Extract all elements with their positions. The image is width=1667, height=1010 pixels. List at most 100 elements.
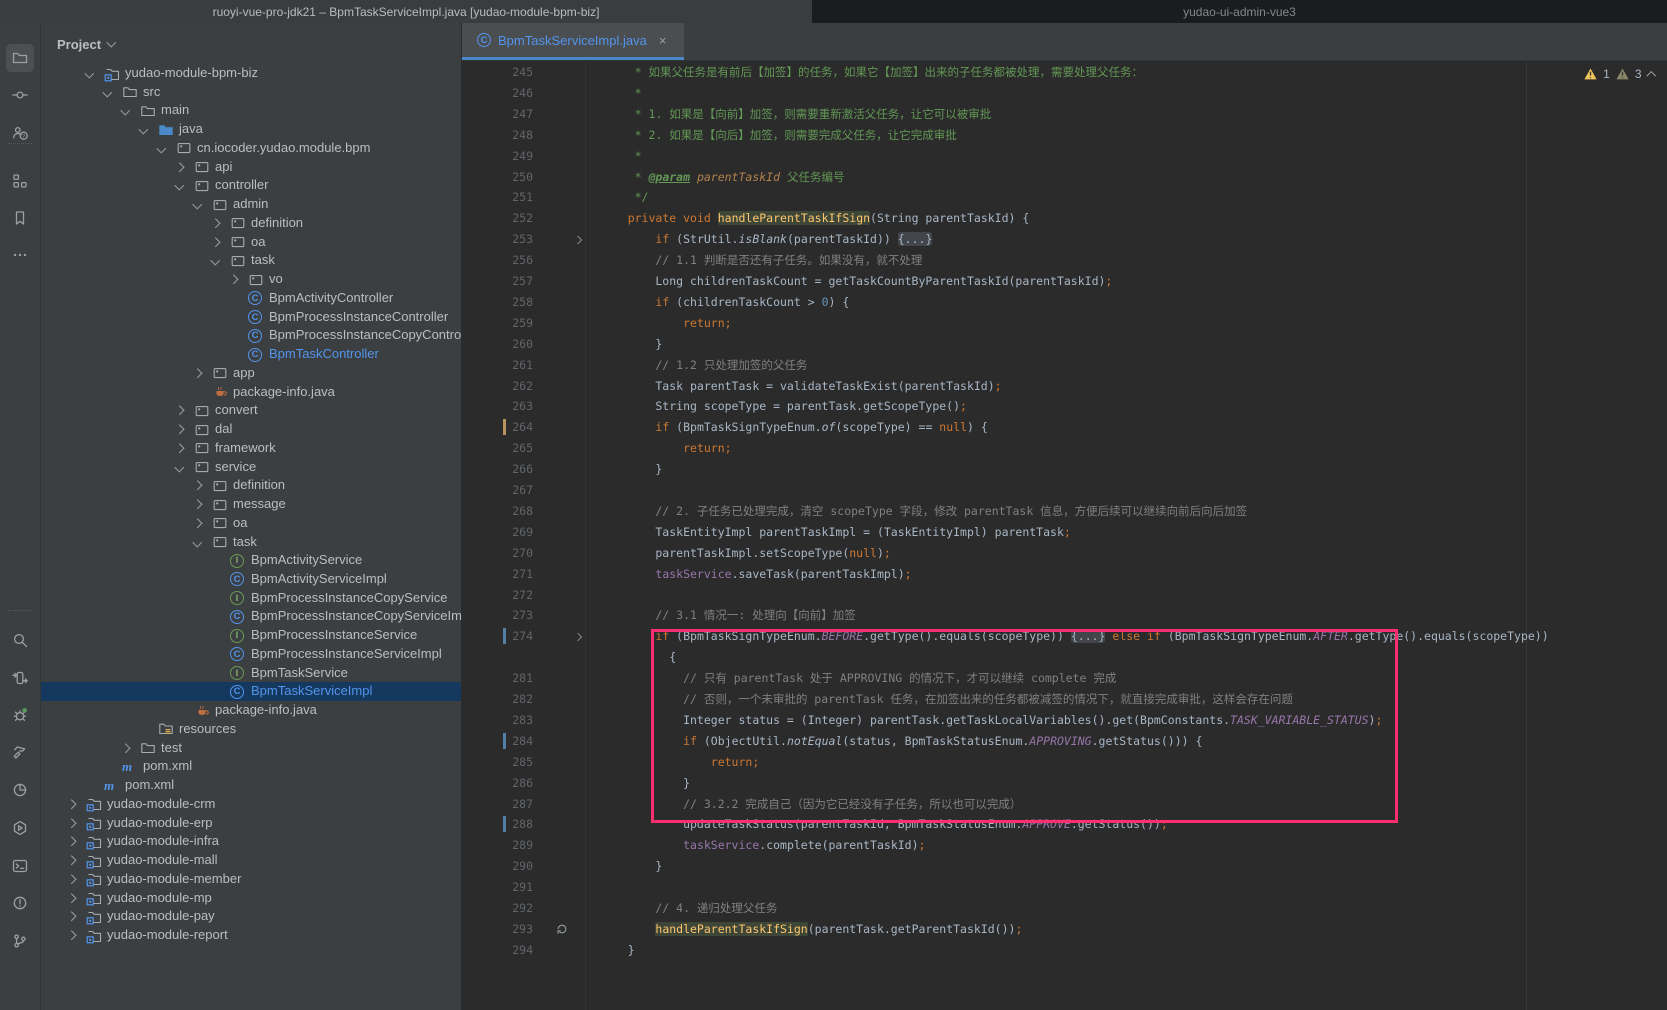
chevron-right-icon[interactable] xyxy=(67,818,76,827)
tree-item-yudao-module-erp[interactable]: yudao-module-erp xyxy=(41,814,461,833)
chevron-right-icon[interactable] xyxy=(175,406,184,415)
tree-item-app[interactable]: app xyxy=(41,364,461,383)
chevron-right-icon[interactable] xyxy=(67,856,76,865)
project-tool-window-header[interactable]: Project xyxy=(57,33,115,55)
tree-item-pom-xml[interactable]: mpom.xml xyxy=(41,757,461,776)
services-icon[interactable] xyxy=(6,814,34,842)
tree-item-bpmtaskserviceimpl[interactable]: CBpmTaskServiceImpl xyxy=(41,682,461,701)
chevron-down-icon[interactable] xyxy=(121,106,130,115)
chevron-right-icon[interactable] xyxy=(67,893,76,902)
chevron-down-icon[interactable] xyxy=(175,462,184,471)
chevron-right-icon[interactable] xyxy=(67,800,76,809)
tree-item-yudao-module-infra[interactable]: yudao-module-infra xyxy=(41,832,461,851)
tree-item-admin[interactable]: admin xyxy=(41,195,461,214)
tree-item-convert[interactable]: convert xyxy=(41,401,461,420)
chevron-right-icon[interactable] xyxy=(175,425,184,434)
tree-item-bpmprocessinstanceserviceimpl[interactable]: CBpmProcessInstanceServiceImpl xyxy=(41,645,461,664)
chevron-right-icon[interactable] xyxy=(175,162,184,171)
tree-item-package-info-java[interactable]: package-info.java xyxy=(41,383,461,402)
tree-item-yudao-module-member[interactable]: yudao-module-member xyxy=(41,870,461,889)
tree-item-task[interactable]: task xyxy=(41,533,461,552)
tree-item-dal[interactable]: dal xyxy=(41,420,461,439)
tree-item-controller[interactable]: controller xyxy=(41,176,461,195)
search-icon[interactable] xyxy=(6,626,34,654)
background-window-title-bar[interactable]: yudao-ui-admin-vue3 xyxy=(812,0,1667,23)
tree-item-bpmtaskcontroller[interactable]: CBpmTaskController xyxy=(41,345,461,364)
chevron-right-icon[interactable] xyxy=(67,837,76,846)
tree-item-framework[interactable]: framework xyxy=(41,439,461,458)
build-icon[interactable] xyxy=(6,739,34,767)
chevron-right-icon[interactable] xyxy=(211,219,220,228)
tree-item-definition[interactable]: definition xyxy=(41,476,461,495)
debug-icon[interactable] xyxy=(6,701,34,729)
tree-item-yudao-module-mall[interactable]: yudao-module-mall xyxy=(41,851,461,870)
chevron-down-icon[interactable] xyxy=(211,256,220,265)
tree-item-bpmprocessinstanceservice[interactable]: IBpmProcessInstanceService xyxy=(41,626,461,645)
close-icon[interactable]: × xyxy=(659,33,667,48)
chevron-right-icon[interactable] xyxy=(193,518,202,527)
terminal-icon[interactable] xyxy=(6,852,34,880)
tree-item-api[interactable]: api xyxy=(41,158,461,177)
tree-item-task[interactable]: task xyxy=(41,251,461,270)
box-arrows-icon[interactable] xyxy=(6,664,34,692)
tree-item-bpmprocessinstancecopyserviceimpl[interactable]: CBpmProcessInstanceCopyServiceImpl xyxy=(41,607,461,626)
tree-item-message[interactable]: message xyxy=(41,495,461,514)
tree-item-resources[interactable]: resources xyxy=(41,720,461,739)
code-line-267: 267 xyxy=(462,480,1667,501)
tree-item-bpmprocessinstancecontroller[interactable]: CBpmProcessInstanceController xyxy=(41,308,461,327)
chevron-down-icon[interactable] xyxy=(157,144,166,153)
chevron-down-icon[interactable] xyxy=(85,69,94,78)
tree-item-test[interactable]: test xyxy=(41,739,461,758)
problems-icon[interactable] xyxy=(6,889,34,917)
tree-item-yudao-module-mp[interactable]: yudao-module-mp xyxy=(41,889,461,908)
tree-item-bpmactivitycontroller[interactable]: CBpmActivityController xyxy=(41,289,461,308)
tree-item-service[interactable]: service xyxy=(41,458,461,477)
chevron-right-icon[interactable] xyxy=(121,743,130,752)
chevron-right-icon[interactable] xyxy=(67,874,76,883)
tree-item-package-info-java[interactable]: package-info.java xyxy=(41,701,461,720)
chevron-right-icon[interactable] xyxy=(193,481,202,490)
tree-item-cn-iocoder-yudao-module-bpm[interactable]: cn.iocoder.yudao.module.bpm xyxy=(41,139,461,158)
git-branch-icon[interactable] xyxy=(6,927,34,955)
fold-arrow-icon[interactable] xyxy=(574,235,582,243)
chevron-down-icon[interactable] xyxy=(193,537,202,546)
tree-item-yudao-module-bpm-biz[interactable]: yudao-module-bpm-biz xyxy=(41,64,461,83)
chevron-right-icon[interactable] xyxy=(229,275,238,284)
tree-item-yudao-module-crm[interactable]: yudao-module-crm xyxy=(41,795,461,814)
profiler-icon[interactable] xyxy=(6,776,34,804)
commit-icon[interactable] xyxy=(6,81,34,109)
tree-item-oa[interactable]: oa xyxy=(41,514,461,533)
chevron-down-icon[interactable] xyxy=(193,200,202,209)
tree-item-definition[interactable]: definition xyxy=(41,214,461,233)
chevron-down-icon[interactable] xyxy=(175,181,184,190)
editor-tab[interactable]: C BpmTaskServiceImpl.java × xyxy=(462,23,684,60)
chevron-right-icon[interactable] xyxy=(193,500,202,509)
tree-item-yudao-module-pay[interactable]: yudao-module-pay xyxy=(41,907,461,926)
tree-item-oa[interactable]: oa xyxy=(41,233,461,252)
tree-item-bpmactivityservice[interactable]: IBpmActivityService xyxy=(41,551,461,570)
fold-arrow-icon[interactable] xyxy=(574,633,582,641)
chevron-down-icon[interactable] xyxy=(103,87,112,96)
tree-item-bpmactivityserviceimpl[interactable]: CBpmActivityServiceImpl xyxy=(41,570,461,589)
chevron-down-icon[interactable] xyxy=(139,125,148,134)
tree-item-pom-xml[interactable]: mpom.xml xyxy=(41,776,461,795)
tree-item-bpmprocessinstancecopycontroller[interactable]: CBpmProcessInstanceCopyController xyxy=(41,326,461,345)
chevron-right-icon[interactable] xyxy=(211,237,220,246)
project-folder-icon[interactable] xyxy=(6,44,34,72)
chevron-right-icon[interactable] xyxy=(193,368,202,377)
chevron-right-icon[interactable] xyxy=(175,443,184,452)
structure-icon[interactable] xyxy=(6,167,34,195)
chevron-right-icon[interactable] xyxy=(67,931,76,940)
more-icon[interactable] xyxy=(6,241,34,269)
tree-item-bpmprocessinstancecopyservice[interactable]: IBpmProcessInstanceCopyService xyxy=(41,589,461,608)
chevron-right-icon[interactable] xyxy=(67,912,76,921)
tree-item-label: oa xyxy=(251,234,265,249)
recursive-call-icon[interactable] xyxy=(556,923,568,935)
tree-item-vo[interactable]: vo xyxy=(41,270,461,289)
tree-item-bpmtaskservice[interactable]: IBpmTaskService xyxy=(41,664,461,683)
tree-item-yudao-module-report[interactable]: yudao-module-report xyxy=(41,926,461,945)
tree-item-main[interactable]: main xyxy=(41,101,461,120)
tree-item-src[interactable]: src xyxy=(41,83,461,102)
bookmarks-icon[interactable] xyxy=(6,204,34,232)
tree-item-java[interactable]: java xyxy=(41,120,461,139)
